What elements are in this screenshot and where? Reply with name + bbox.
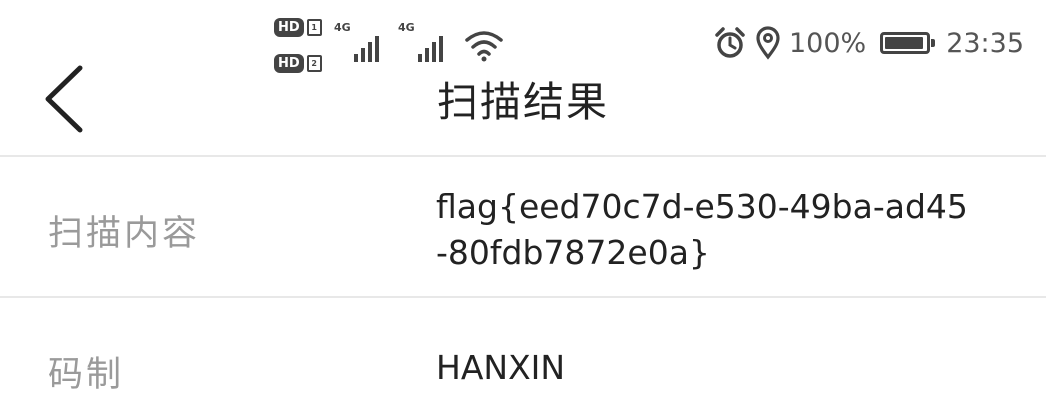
sim2-network-label: 4G <box>398 21 415 34</box>
sim1-slot-icon: 1 <box>306 19 322 36</box>
scan-content-value[interactable]: flag{eed70c7d-e530-49ba-ad45 -80fdb7872e… <box>436 184 1016 276</box>
code-type-label: 码制 <box>48 355 125 395</box>
scan-content-value-line1: flag{eed70c7d-e530-49ba-ad45 <box>436 187 968 226</box>
page-title: 扫描结果 <box>437 78 609 126</box>
scan-content-value-line2: -80fdb7872e0a} <box>436 233 710 272</box>
clock-time: 23:35 <box>946 27 1024 59</box>
wifi-icon <box>465 31 503 62</box>
sim1-network-label: 4G <box>334 21 351 34</box>
hd-badge-1: HD <box>274 18 304 37</box>
location-icon <box>756 26 780 60</box>
scan-content-label: 扫描内容 <box>48 214 201 254</box>
battery-percent: 100% <box>788 27 867 59</box>
sim1-hd-indicator: HD 1 <box>274 18 322 37</box>
alarm-icon <box>715 27 745 58</box>
divider-middle <box>0 296 1046 298</box>
code-type-value[interactable]: HANXIN <box>436 345 1016 391</box>
status-right-group: 100% 23:35 <box>713 26 1024 60</box>
battery-icon <box>880 32 936 54</box>
divider-top <box>0 155 1046 157</box>
